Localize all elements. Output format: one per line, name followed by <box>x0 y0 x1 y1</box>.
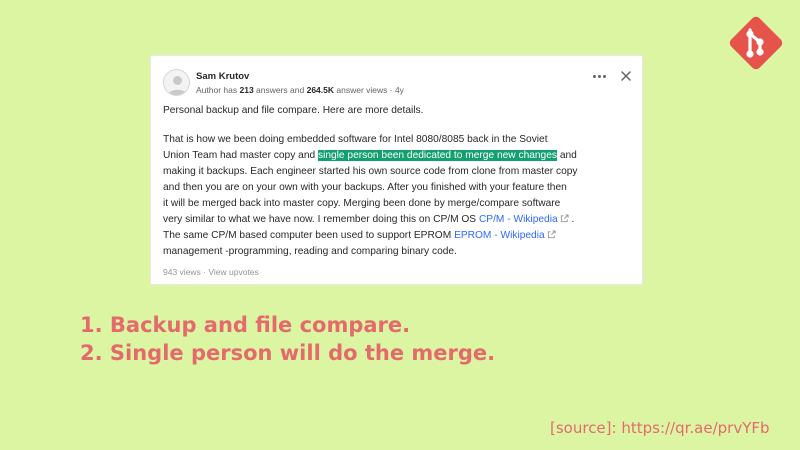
author-name[interactable]: Sam Krutov <box>196 71 249 82</box>
slide: Sam Krutov Author has 213 answers and 26… <box>0 0 800 450</box>
author-meta-suffix: answer views · 4y <box>334 85 404 95</box>
avatar[interactable] <box>163 69 190 96</box>
source-link[interactable]: [source]: https://qr.ae/prvYFb <box>550 419 770 437</box>
author-meta-prefix: Author has <box>196 85 240 95</box>
answer-card: Sam Krutov Author has 213 answers and 26… <box>150 55 643 285</box>
body-line-4: and then you are on your own with your b… <box>163 182 567 193</box>
answer-count: 213 <box>239 85 254 95</box>
author-meta-mid: answers and <box>253 85 307 95</box>
highlighted-text[interactable]: single person been dedicated to merge ne… <box>317 150 557 161</box>
avatar-person-icon <box>168 76 187 95</box>
answer-views-count: 264.5K <box>306 85 335 95</box>
more-horizontal-icon <box>592 74 596 78</box>
body-line-2-post: and <box>557 150 577 161</box>
external-link-icon <box>547 230 556 239</box>
author-meta: Author has 213 answers and 264.5K answer… <box>196 85 404 95</box>
more-dot <box>597 74 601 78</box>
body-line-3: making it backups. Each engineer started… <box>163 166 578 177</box>
external-link-icon <box>560 214 569 223</box>
point-1: 1. Backup and file compare. <box>80 313 411 337</box>
body-line-7: The same CP/M based computer been used t… <box>163 228 638 244</box>
git-logo-icon <box>729 16 783 70</box>
body-line-5: it will be merged back into master copy.… <box>163 198 561 209</box>
views-count: 943 views <box>163 267 201 277</box>
body-line-6-pre: very similar to what we have now. I reme… <box>163 214 479 225</box>
eprom-wikipedia-link[interactable]: EPROM - Wikipedia <box>454 230 545 241</box>
body-line-2-pre: Union Team had master copy and <box>163 150 318 161</box>
answer-body: That is how we been doing embedded softw… <box>163 132 638 260</box>
body-line-7-pre: The same CP/M based computer been used t… <box>163 230 455 241</box>
more-options-button[interactable] <box>589 68 609 84</box>
body-line-6: very similar to what we have now. I reme… <box>163 212 638 228</box>
cpm-wikipedia-link[interactable]: CP/M - Wikipedia <box>479 214 558 225</box>
body-line-2: Union Team had master copy and single pe… <box>163 148 638 164</box>
more-dot <box>602 74 606 78</box>
close-icon[interactable] <box>619 69 633 83</box>
body-line-8: management -programming, reading and com… <box>163 246 457 257</box>
body-line-1: That is how we been doing embedded softw… <box>163 134 548 145</box>
body-line-6-post: . <box>568 214 575 225</box>
view-upvotes-link[interactable]: View upvotes <box>208 267 258 277</box>
answer-intro: Personal backup and file compare. Here a… <box>163 105 424 116</box>
views-info: 943 views · View upvotes <box>163 267 259 277</box>
point-2: 2. Single person will do the merge. <box>80 341 496 365</box>
